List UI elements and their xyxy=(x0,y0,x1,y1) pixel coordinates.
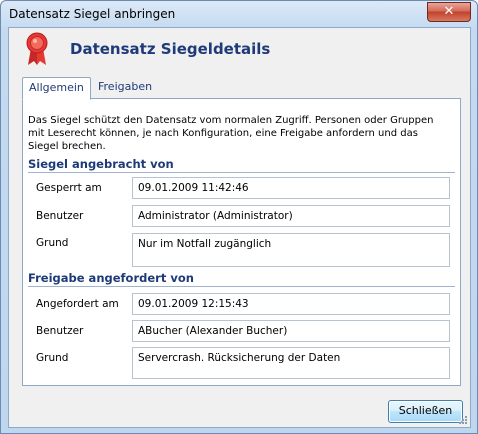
locked-at-field[interactable]: 09.01.2009 11:42:46 xyxy=(132,177,450,199)
requested-at-label: Angefordert am xyxy=(36,298,119,310)
tab-freigaben[interactable]: Freigaben xyxy=(92,77,158,98)
resize-grip-icon[interactable] xyxy=(458,415,468,425)
sealed-reason-field[interactable]: Nur im Notfall zugänglich xyxy=(132,233,450,267)
requested-at-field[interactable]: 09.01.2009 12:15:43 xyxy=(132,293,450,315)
award-ribbon-icon xyxy=(26,32,48,65)
release-user-field[interactable]: ABucher (Alexander Bucher) xyxy=(132,320,450,342)
tab-panel-allgemein: Das Siegel schützt den Datensatz vom nor… xyxy=(22,98,461,386)
sealed-user-label: Benutzer xyxy=(36,210,84,222)
close-window-button[interactable]: ✕ xyxy=(427,2,471,22)
sealed-user-field[interactable]: Administrator (Administrator) xyxy=(132,205,450,227)
locked-at-label: Gesperrt am xyxy=(36,182,102,194)
section-divider xyxy=(28,286,455,287)
page-title: Datensatz Siegeldetails xyxy=(70,40,271,58)
close-icon: ✕ xyxy=(443,4,455,19)
release-user-label: Benutzer xyxy=(36,325,84,337)
description-text: Das Siegel schützt den Datensatz vom nor… xyxy=(28,115,434,152)
dialog-window: Datensatz Siegel anbringen ✕ Datensatz S… xyxy=(0,0,478,434)
section-divider xyxy=(28,172,455,173)
close-button[interactable]: Schließen xyxy=(388,400,463,423)
section-title-release: Freigabe angefordert von xyxy=(28,271,194,285)
release-reason-label: Grund xyxy=(36,352,69,364)
title-bar[interactable]: Datensatz Siegel anbringen ✕ xyxy=(1,1,477,27)
release-reason-field[interactable]: Servercrash. Rücksicherung der Daten xyxy=(132,347,450,379)
section-title-sealed: Siegel angebracht von xyxy=(28,157,174,171)
tab-allgemein[interactable]: Allgemein xyxy=(22,77,91,100)
sealed-reason-label: Grund xyxy=(36,237,69,249)
dialog-client-area: Datensatz Siegeldetails Allgemein Freiga… xyxy=(8,27,471,428)
window-title: Datensatz Siegel anbringen xyxy=(9,7,176,21)
